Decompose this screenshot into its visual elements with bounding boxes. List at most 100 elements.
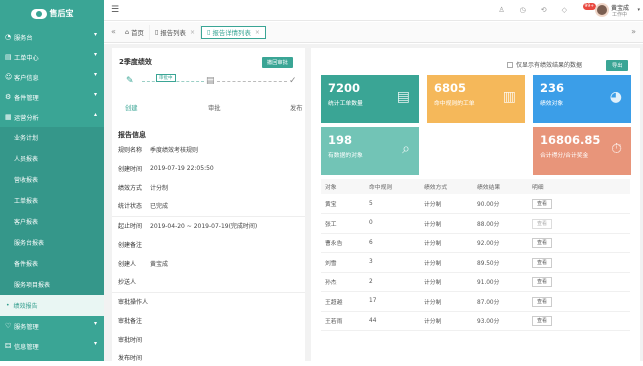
withdraw-approval-button[interactable]: 撤回审批	[262, 57, 293, 68]
tab-bar: « ⌂ 首页 ▯ 报告列表 × ▯ 报告详情列表 × »	[104, 22, 643, 43]
table-cell: 5	[369, 194, 424, 214]
table-row: 刘雪 3 计分制 89.50分 查看	[321, 252, 630, 273]
tab-next-icon[interactable]: »	[631, 27, 636, 36]
sidebar-item[interactable]: ⚃ 信息管理 ▾	[0, 336, 104, 356]
brand-name: 售后宝	[49, 9, 74, 18]
chevron-icon: ▴	[93, 111, 97, 118]
info-key: 绩效方式	[118, 184, 143, 192]
performance-table: 对象 命中规则 绩效方式 绩效结果 明细 黄宝 5 计分制 90.00分 查看 张工 0 计分制 88.…	[321, 179, 630, 331]
tab-prev-icon[interactable]: «	[111, 27, 116, 36]
table-cell: 计分制	[424, 194, 477, 214]
sidebar-item[interactable]: ◔ 服务台 ▾	[0, 27, 104, 47]
user-menu-chevron-icon[interactable]: ▾	[637, 7, 640, 13]
close-icon[interactable]: ×	[255, 29, 260, 36]
info-key: 审批时间	[118, 336, 143, 344]
table-cell: 计分制	[424, 252, 477, 273]
toolbar-icon[interactable]: ◇	[562, 6, 567, 14]
table-row: 王超越 17 计分制 87.00分 查看	[321, 291, 630, 312]
table-cell: 计分制	[424, 272, 477, 292]
menu-toggle-icon[interactable]: ☰	[111, 5, 119, 15]
info-row: 审批操作人	[112, 292, 305, 310]
sidebar-subitem-label: 备件报表	[14, 261, 39, 268]
sidebar-item-icon: ☺	[5, 73, 13, 81]
info-key: 审批操作人	[118, 299, 149, 306]
report-info-panel: 2季度绩效 撤回审批 审批中 ✎ ▤ ✓ 创建 审批 发布 报告信息 规则名称季…	[112, 48, 305, 362]
tab-report-list-label: 报告列表	[160, 28, 186, 37]
brand-logo[interactable]: 售后宝	[0, 0, 104, 27]
table-cell: 曹永告	[321, 233, 369, 253]
only-with-results-toggle[interactable]: 仅显示有绩效结果的数据	[507, 60, 582, 69]
tab-report-detail[interactable]: ▯ 报告详情列表 ×	[200, 25, 266, 39]
tab-report-list[interactable]: ▯ 报告列表 ×	[150, 24, 201, 40]
view-detail-button[interactable]: 查看	[532, 238, 553, 249]
close-icon[interactable]: ×	[190, 29, 195, 36]
document-icon: ▯	[154, 28, 159, 36]
info-row: 创建人 黄宝成	[112, 254, 305, 272]
table-cell: 查看	[532, 252, 630, 273]
user-status: 工作中	[611, 12, 627, 18]
tab-home[interactable]: ⌂ 首页	[120, 24, 150, 40]
sidebar-subitem[interactable]: 人员报表	[0, 148, 104, 169]
stat-card-icon: ⏱	[611, 141, 622, 157]
sidebar-subitem[interactable]: 工单报表	[0, 190, 104, 211]
sidebar-item-label: 备件管理	[14, 94, 39, 102]
toolbar-icon[interactable]: ♙	[498, 6, 504, 14]
view-detail-button[interactable]: 查看	[532, 218, 553, 229]
stat-card-icon: ◕	[609, 89, 622, 105]
view-detail-button[interactable]: 查看	[532, 296, 553, 307]
info-row: 发布时间	[112, 348, 305, 366]
sidebar-subitem-label: 营收报表	[14, 177, 39, 184]
sidebar-subitem[interactable]: 备件报表	[0, 253, 104, 274]
table-cell: 44	[369, 311, 424, 331]
sidebar-item-label: 服务管理	[14, 323, 39, 331]
sidebar-item[interactable]: ☺ 客户信息 ▾	[0, 67, 104, 87]
sidebar-subitem[interactable]: 营收报表	[0, 169, 104, 190]
info-row: 审批备注	[112, 311, 305, 329]
info-row: 统计状态 已完成	[112, 196, 305, 214]
sidebar-item[interactable]: ▤ 工单中心 ▾	[0, 47, 104, 67]
step-publish: 发布	[290, 105, 303, 112]
sidebar-item[interactable]: ▦ 运营分析 ▴	[0, 107, 104, 127]
cloud-logo-icon	[30, 8, 47, 19]
sidebar-subitem[interactable]: • 绩效报告	[0, 295, 104, 316]
sidebar-subitem[interactable]: 服务台报表	[0, 232, 104, 253]
info-key: 抄送人	[118, 278, 137, 286]
content-area: 2季度绩效 撤回审批 审批中 ✎ ▤ ✓ 创建 审批 发布 报告信息 规则名称季…	[104, 44, 643, 362]
stat-card-icon: ▥	[502, 89, 516, 105]
table-cell: 刘雪	[321, 252, 369, 273]
sidebar-item-label: 信息管理	[14, 343, 39, 351]
table-row: 黄宝 5 计分制 90.00分 查看	[321, 194, 630, 214]
info-key: 审批备注	[118, 317, 143, 325]
toolbar-icon[interactable]: ⟲	[541, 6, 547, 14]
view-detail-button[interactable]: 查看	[532, 277, 553, 288]
info-value: 已完成	[150, 202, 169, 210]
sidebar-item-label: 服务台	[14, 34, 33, 42]
sidebar-subitem[interactable]: 服务项目报表	[0, 274, 104, 295]
table-cell: 计分制	[424, 213, 477, 234]
sidebar-subitem[interactable]: 客户报表	[0, 211, 104, 232]
table-cell: 王若雨	[321, 311, 369, 331]
table-header: 绩效结果	[477, 179, 532, 194]
checkbox[interactable]	[507, 61, 513, 68]
sidebar-item[interactable]: ♡ 服务管理 ▾	[0, 316, 104, 336]
view-detail-button[interactable]: 查看	[532, 316, 553, 327]
table-cell: 87.00分	[477, 291, 532, 312]
info-key: 创建时间	[118, 165, 143, 173]
info-value: 黄宝成	[150, 260, 169, 268]
info-value: 2019-04-20 ~ 2019-07-19(完成时间)	[150, 223, 258, 230]
sidebar-item[interactable]: ⚙ 备件管理 ▾	[0, 87, 104, 107]
stat-card-icon: ⌕	[402, 141, 410, 157]
table-row: 王若雨 44 计分制 93.00分 查看	[321, 311, 630, 331]
notification-badge[interactable]: 99+	[582, 3, 596, 10]
view-detail-button[interactable]: 查看	[532, 199, 553, 209]
table-cell: 计分制	[424, 291, 477, 312]
table-cell: 92.00分	[477, 233, 532, 253]
view-detail-button[interactable]: 查看	[532, 257, 553, 268]
sidebar-subitem[interactable]: 业务计划	[0, 127, 104, 148]
info-key: 创建备注	[118, 241, 143, 249]
avatar[interactable]	[595, 3, 609, 17]
export-button[interactable]: 导出	[606, 60, 629, 71]
info-value: 季度绩效考核规则	[150, 146, 199, 154]
table-cell: 黄宝	[321, 194, 369, 214]
toolbar-icon[interactable]: ◷	[520, 6, 526, 14]
